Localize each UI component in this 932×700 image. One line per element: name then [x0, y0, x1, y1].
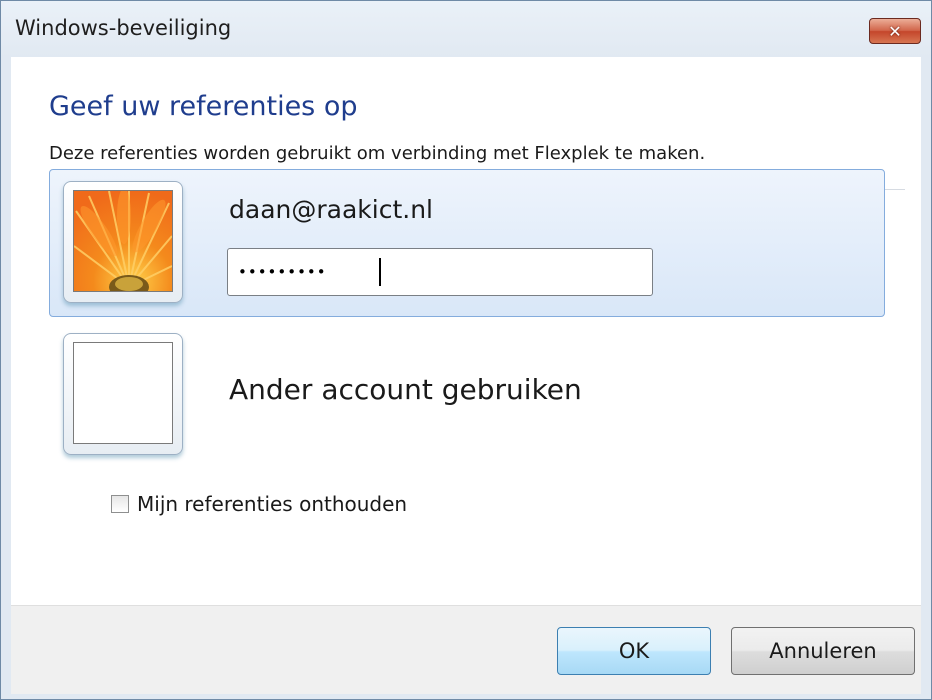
- button-bar: OK Annuleren: [11, 605, 921, 694]
- dialog-heading: Geef uw referenties op: [49, 91, 358, 122]
- dialog-description: Deze referenties worden gebruikt om verb…: [49, 143, 706, 164]
- remember-checkbox-label[interactable]: Mijn referenties onthouden: [137, 492, 407, 516]
- remember-checkbox[interactable]: [111, 495, 129, 513]
- password-field[interactable]: [227, 248, 653, 296]
- dialog-content: Geef uw referenties op Deze referenties …: [11, 57, 921, 605]
- user-avatar-tile[interactable]: [63, 181, 183, 303]
- window-title: Windows-beveiliging: [15, 16, 232, 40]
- text-caret: [379, 258, 381, 286]
- credentials-dialog: Windows-beveiliging ✕ Geef uw referentie…: [0, 0, 932, 700]
- close-icon: ✕: [888, 21, 902, 41]
- other-account-tile[interactable]: [63, 333, 183, 455]
- cancel-button[interactable]: Annuleren: [731, 627, 915, 675]
- ok-button[interactable]: OK: [557, 627, 711, 675]
- close-button[interactable]: ✕: [869, 18, 921, 44]
- blank-avatar-icon: [73, 342, 173, 444]
- flower-avatar-icon: [73, 190, 173, 292]
- user-name: daan@raakict.nl: [229, 195, 433, 224]
- title-bar[interactable]: Windows-beveiliging ✕: [1, 1, 931, 57]
- other-account-label[interactable]: Ander account gebruiken: [229, 373, 582, 406]
- remember-credentials-row[interactable]: Mijn referenties onthouden: [111, 491, 407, 517]
